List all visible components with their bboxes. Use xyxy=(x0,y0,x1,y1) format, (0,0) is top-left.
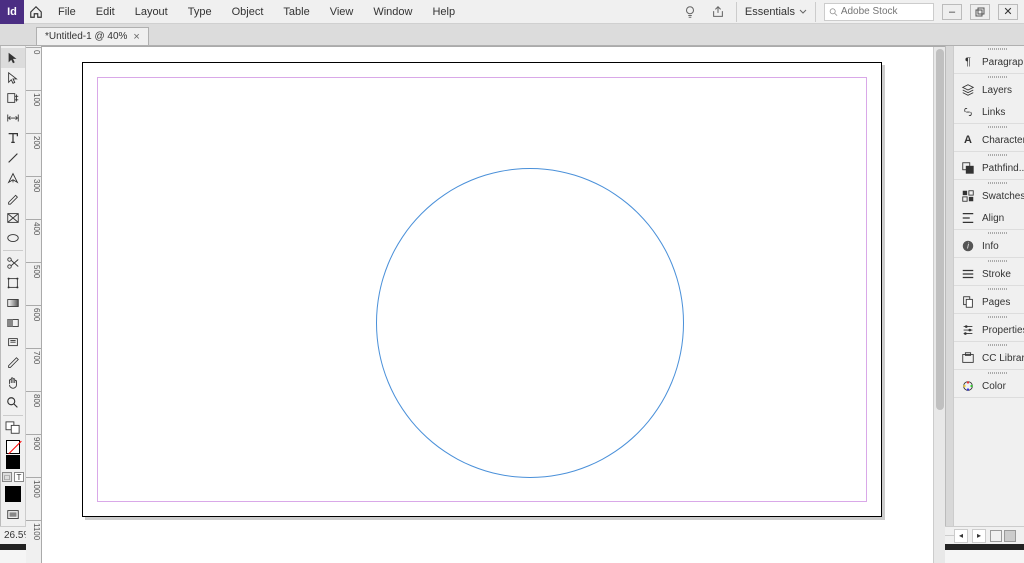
menu-window[interactable]: Window xyxy=(363,0,422,24)
share-icon[interactable] xyxy=(708,2,728,22)
color-icon xyxy=(960,378,976,394)
gradient-swatch-tool[interactable] xyxy=(1,293,25,313)
vertical-ruler[interactable]: 010020030040050060070080090010001100 xyxy=(26,47,42,563)
document-tab-title: *Untitled-1 @ 40% xyxy=(45,31,127,42)
menu-object[interactable]: Object xyxy=(222,0,274,24)
menu-table[interactable]: Table xyxy=(273,0,319,24)
panel-color[interactable]: Color xyxy=(954,375,1024,397)
panel-links[interactable]: Links xyxy=(954,101,1024,123)
ellipse-tool[interactable] xyxy=(1,228,25,248)
panel-pathfinder[interactable]: Pathfind... xyxy=(954,157,1024,179)
pathfinder-icon xyxy=(960,160,976,176)
page-tool[interactable] xyxy=(1,88,25,108)
fill-swatch[interactable] xyxy=(6,440,20,454)
type-tool[interactable] xyxy=(1,128,25,148)
default-black-swatch[interactable] xyxy=(5,486,21,502)
panel-info[interactable]: iInfo xyxy=(954,235,1024,257)
panel-stroke[interactable]: Stroke xyxy=(954,263,1024,285)
restore-button[interactable] xyxy=(970,4,990,20)
eyedropper-tool[interactable] xyxy=(1,353,25,373)
panel-swatches[interactable]: Swatches xyxy=(954,185,1024,207)
panels-dock: ¶Paragrap... Layers Links ACharacter Pat… xyxy=(953,46,1024,526)
tools-panel: □ T xyxy=(1,46,26,526)
menu-layout[interactable]: Layout xyxy=(125,0,178,24)
menu-view[interactable]: View xyxy=(320,0,364,24)
pencil-tool[interactable] xyxy=(1,188,25,208)
pasteboard[interactable] xyxy=(42,47,933,563)
properties-icon xyxy=(960,322,976,338)
panel-pages[interactable]: Pages xyxy=(954,291,1024,313)
stock-search[interactable] xyxy=(824,3,934,21)
document-tab[interactable]: *Untitled-1 @ 40% × xyxy=(36,27,149,45)
gap-tool[interactable] xyxy=(1,108,25,128)
menu-help[interactable]: Help xyxy=(422,0,465,24)
scrollbar-thumb[interactable] xyxy=(936,49,944,410)
fill-stroke-toggle[interactable] xyxy=(1,418,25,438)
panel-paragraph[interactable]: ¶Paragrap... xyxy=(954,51,1024,73)
scissors-tool[interactable] xyxy=(1,253,25,273)
pages-icon xyxy=(960,294,976,310)
swatches-icon xyxy=(960,188,976,204)
menu-edit[interactable]: Edit xyxy=(86,0,125,24)
menu-type[interactable]: Type xyxy=(178,0,222,24)
align-icon xyxy=(960,210,976,226)
menu-file[interactable]: File xyxy=(48,0,86,24)
screen-mode-tool[interactable] xyxy=(1,505,25,525)
selection-tool[interactable] xyxy=(1,48,25,68)
line-tool[interactable] xyxy=(1,148,25,168)
panel-align[interactable]: Align xyxy=(954,207,1024,229)
links-icon xyxy=(960,104,976,120)
text-format-icon[interactable]: T xyxy=(14,472,24,482)
cclib-icon xyxy=(960,350,976,366)
stroke-swatch[interactable] xyxy=(6,455,20,469)
direct-selection-tool[interactable] xyxy=(1,68,25,88)
free-transform-tool[interactable] xyxy=(1,273,25,293)
panel-properties[interactable]: Properties xyxy=(954,319,1024,341)
panel-cclibraries[interactable]: CC Librar... xyxy=(954,347,1024,369)
close-tab-icon[interactable]: × xyxy=(133,31,139,43)
stock-search-input[interactable] xyxy=(841,6,929,17)
close-button[interactable]: ✕ xyxy=(998,4,1018,20)
svg-text:i: i xyxy=(967,242,969,251)
workspace-switcher[interactable]: Essentials xyxy=(736,2,816,22)
pen-tool[interactable] xyxy=(1,168,25,188)
minimize-button[interactable]: – xyxy=(942,4,962,20)
panel-character[interactable]: ACharacter xyxy=(954,129,1024,151)
stroke-icon xyxy=(960,266,976,282)
home-icon[interactable] xyxy=(24,5,48,19)
right-dock-expand[interactable] xyxy=(945,46,953,526)
scroll-right-button[interactable]: ▸ xyxy=(972,529,986,543)
container-format-icon[interactable]: □ xyxy=(2,472,12,482)
panel-layers[interactable]: Layers xyxy=(954,79,1024,101)
note-tool[interactable] xyxy=(1,333,25,353)
character-icon: A xyxy=(960,132,976,148)
app-logo: Id xyxy=(0,0,24,24)
ellipse-shape[interactable] xyxy=(376,168,684,478)
layers-icon xyxy=(960,82,976,98)
vertical-scrollbar[interactable] xyxy=(933,47,945,563)
view-mode-buttons[interactable] xyxy=(990,530,1020,542)
scroll-left-button[interactable]: ◂ xyxy=(954,529,968,543)
paragraph-icon: ¶ xyxy=(960,54,976,70)
rectangle-frame-tool[interactable] xyxy=(1,208,25,228)
chevron-down-icon xyxy=(799,8,807,16)
hand-tool[interactable] xyxy=(1,373,25,393)
gradient-feather-tool[interactable] xyxy=(1,313,25,333)
document-page[interactable] xyxy=(82,62,882,517)
zoom-tool[interactable] xyxy=(1,393,25,413)
workspace-label: Essentials xyxy=(745,6,795,18)
info-icon: i xyxy=(960,238,976,254)
search-icon xyxy=(829,7,838,17)
lightbulb-icon[interactable] xyxy=(680,2,700,22)
